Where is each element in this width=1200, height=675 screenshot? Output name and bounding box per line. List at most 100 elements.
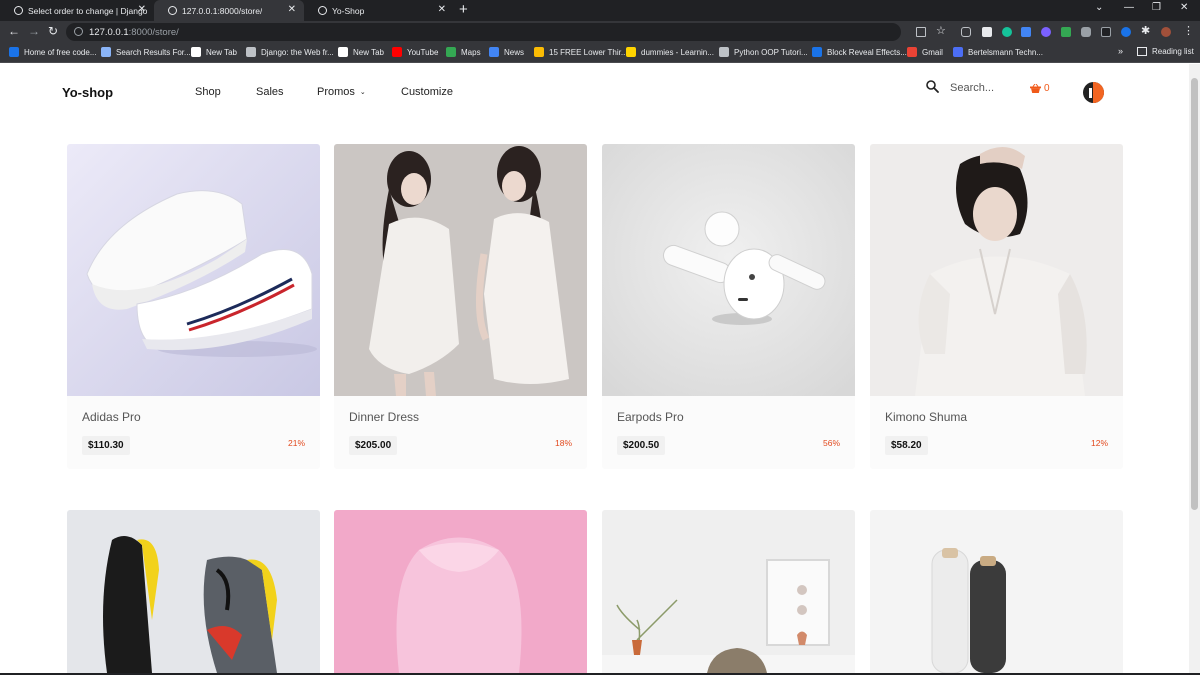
page-scrollbar[interactable] (1189, 64, 1200, 675)
kebab-menu-icon[interactable]: ⋮ (1183, 24, 1194, 37)
product-name[interactable]: Adidas Pro (82, 410, 141, 424)
product-discount: 21% (287, 438, 305, 448)
restore-button[interactable]: ❐ (1152, 2, 1161, 13)
extension-icon[interactable] (982, 27, 992, 37)
product-name[interactable]: Earpods Pro (617, 410, 684, 424)
nav-shop[interactable]: Shop (195, 86, 221, 98)
bookmark-label: Django: the Web fr... (261, 47, 334, 57)
site-logo[interactable]: Yo-shop (62, 85, 113, 100)
bookmark-label: 15 FREE Lower Thir... (549, 47, 628, 57)
browser-tab-django-admin[interactable]: Select order to change | Django ✕ (0, 0, 154, 21)
product-name[interactable]: Dinner Dress (349, 410, 419, 424)
product-card[interactable]: Dinner Dress $205.00 18% (334, 144, 587, 469)
bookmark-item[interactable]: Bertelsmann Techn... (953, 47, 1043, 57)
tab-title: Select order to change | Django (28, 5, 148, 16)
globe-icon (719, 47, 729, 57)
product-card[interactable]: Earpods Pro $200.50 56% (602, 144, 855, 469)
product-price: $205.00 (349, 436, 398, 455)
tab-title: Yo-Shop (332, 5, 365, 16)
product-image[interactable] (602, 510, 855, 673)
puzzle-icon[interactable]: ✱ (1141, 24, 1150, 37)
extension-icon[interactable] (1121, 27, 1131, 37)
product-image[interactable] (870, 510, 1123, 673)
user-avatar[interactable] (1083, 82, 1104, 103)
bookmark-favicon-icon (101, 47, 111, 57)
bookmark-item[interactable]: Block Reveal Effects... (812, 47, 907, 57)
bar-chart-icon (534, 47, 544, 57)
dummies-icon (626, 47, 636, 57)
camera-icon[interactable] (1081, 27, 1091, 37)
bookmark-label: Search Results For... (116, 47, 191, 57)
translate-icon[interactable] (1021, 27, 1031, 37)
extension-icon[interactable] (1101, 27, 1111, 37)
bookmark-item[interactable]: Search Results For... (101, 47, 191, 57)
address-bar[interactable]: 127.0.0.1:8000/store/ (66, 23, 901, 41)
shield-icon[interactable] (1061, 27, 1071, 37)
cart-button[interactable]: 0 (1030, 83, 1050, 94)
pocket-icon[interactable] (961, 27, 971, 37)
search-input[interactable] (950, 80, 1020, 96)
product-image[interactable] (870, 144, 1123, 396)
bookmark-item[interactable]: Maps (446, 47, 481, 57)
youtube-icon (392, 47, 402, 57)
product-card[interactable]: Kimono Shuma $58.20 12% (870, 144, 1123, 469)
scrollbar-thumb[interactable] (1191, 78, 1198, 510)
nav-customize[interactable]: Customize (401, 86, 453, 98)
product-image[interactable] (67, 144, 320, 396)
product-name[interactable]: Kimono Shuma (885, 410, 967, 424)
reading-list-button[interactable]: Reading list (1137, 47, 1194, 56)
product-image[interactable] (67, 510, 320, 673)
profile-avatar-icon[interactable] (1161, 27, 1171, 37)
product-info: Dinner Dress $205.00 18% (334, 396, 587, 469)
product-card[interactable] (870, 510, 1123, 673)
minimize-button[interactable]: — (1124, 2, 1134, 13)
bookmark-label: Bertelsmann Techn... (968, 47, 1044, 57)
bookmark-item[interactable]: Gmail (907, 47, 943, 57)
window-close-button[interactable]: ✕ (1180, 2, 1188, 13)
product-image[interactable] (334, 510, 587, 673)
browser-tab-yoshop[interactable]: Yo-Shop ✕ (304, 0, 454, 21)
search-icon[interactable] (926, 80, 939, 93)
product-image[interactable] (602, 144, 855, 396)
nav-promos[interactable]: Promos ⌄ (317, 86, 366, 98)
browser-tab-store[interactable]: 127.0.0.1:8000/store/ ✕ (154, 0, 304, 21)
product-image[interactable] (334, 144, 587, 396)
bookmark-item[interactable]: News (489, 47, 524, 57)
bookmark-item[interactable]: 15 FREE Lower Thir... (534, 47, 628, 57)
bookmark-item[interactable]: New Tab (338, 47, 384, 57)
reload-button[interactable]: ↻ (48, 24, 58, 38)
forward-button[interactable]: → (28, 24, 40, 38)
extension-icon[interactable] (1041, 27, 1051, 37)
back-button[interactable]: ← (8, 24, 20, 38)
site-info-icon[interactable] (74, 27, 83, 36)
bookmark-label: YouTube (407, 47, 439, 57)
close-icon[interactable]: ✕ (288, 4, 296, 15)
address-url: 127.0.0.1:8000/store/ (89, 27, 179, 38)
product-card[interactable] (602, 510, 855, 673)
bookmark-item[interactable]: dummies - Learnin... (626, 47, 714, 57)
product-card[interactable]: Adidas Pro $110.30 21% (67, 144, 320, 469)
bookmark-favicon-icon (953, 47, 963, 57)
close-icon[interactable]: ✕ (438, 4, 446, 15)
product-card[interactable] (67, 510, 320, 673)
bookmark-item[interactable]: Python OOP Tutori... (719, 47, 808, 57)
bookmarks-overflow-button[interactable]: » (1118, 46, 1123, 56)
new-tab-button[interactable]: + (459, 1, 468, 18)
nav-sales[interactable]: Sales (256, 86, 284, 98)
product-card[interactable] (334, 510, 587, 673)
chevron-down-icon: ⌄ (359, 89, 366, 96)
share-icon[interactable] (916, 27, 926, 37)
bookmark-favicon-icon (191, 47, 201, 57)
bookmark-item[interactable]: YouTube (392, 47, 438, 57)
basket-icon (1030, 84, 1041, 93)
grammarly-icon[interactable] (1002, 27, 1012, 37)
bookmark-item[interactable]: Django: the Web fr... (246, 47, 334, 57)
bookmark-item[interactable]: New Tab (191, 47, 237, 57)
dress-image (334, 144, 587, 396)
product-discount: 56% (822, 438, 840, 448)
product-info: Earpods Pro $200.50 56% (602, 396, 855, 469)
bookmark-item[interactable]: Home of free code... (9, 47, 96, 57)
bookmark-star-icon[interactable]: ☆ (936, 24, 946, 37)
close-icon[interactable]: ✕ (138, 4, 146, 15)
tab-search-button[interactable]: ⌄ (1095, 2, 1103, 13)
